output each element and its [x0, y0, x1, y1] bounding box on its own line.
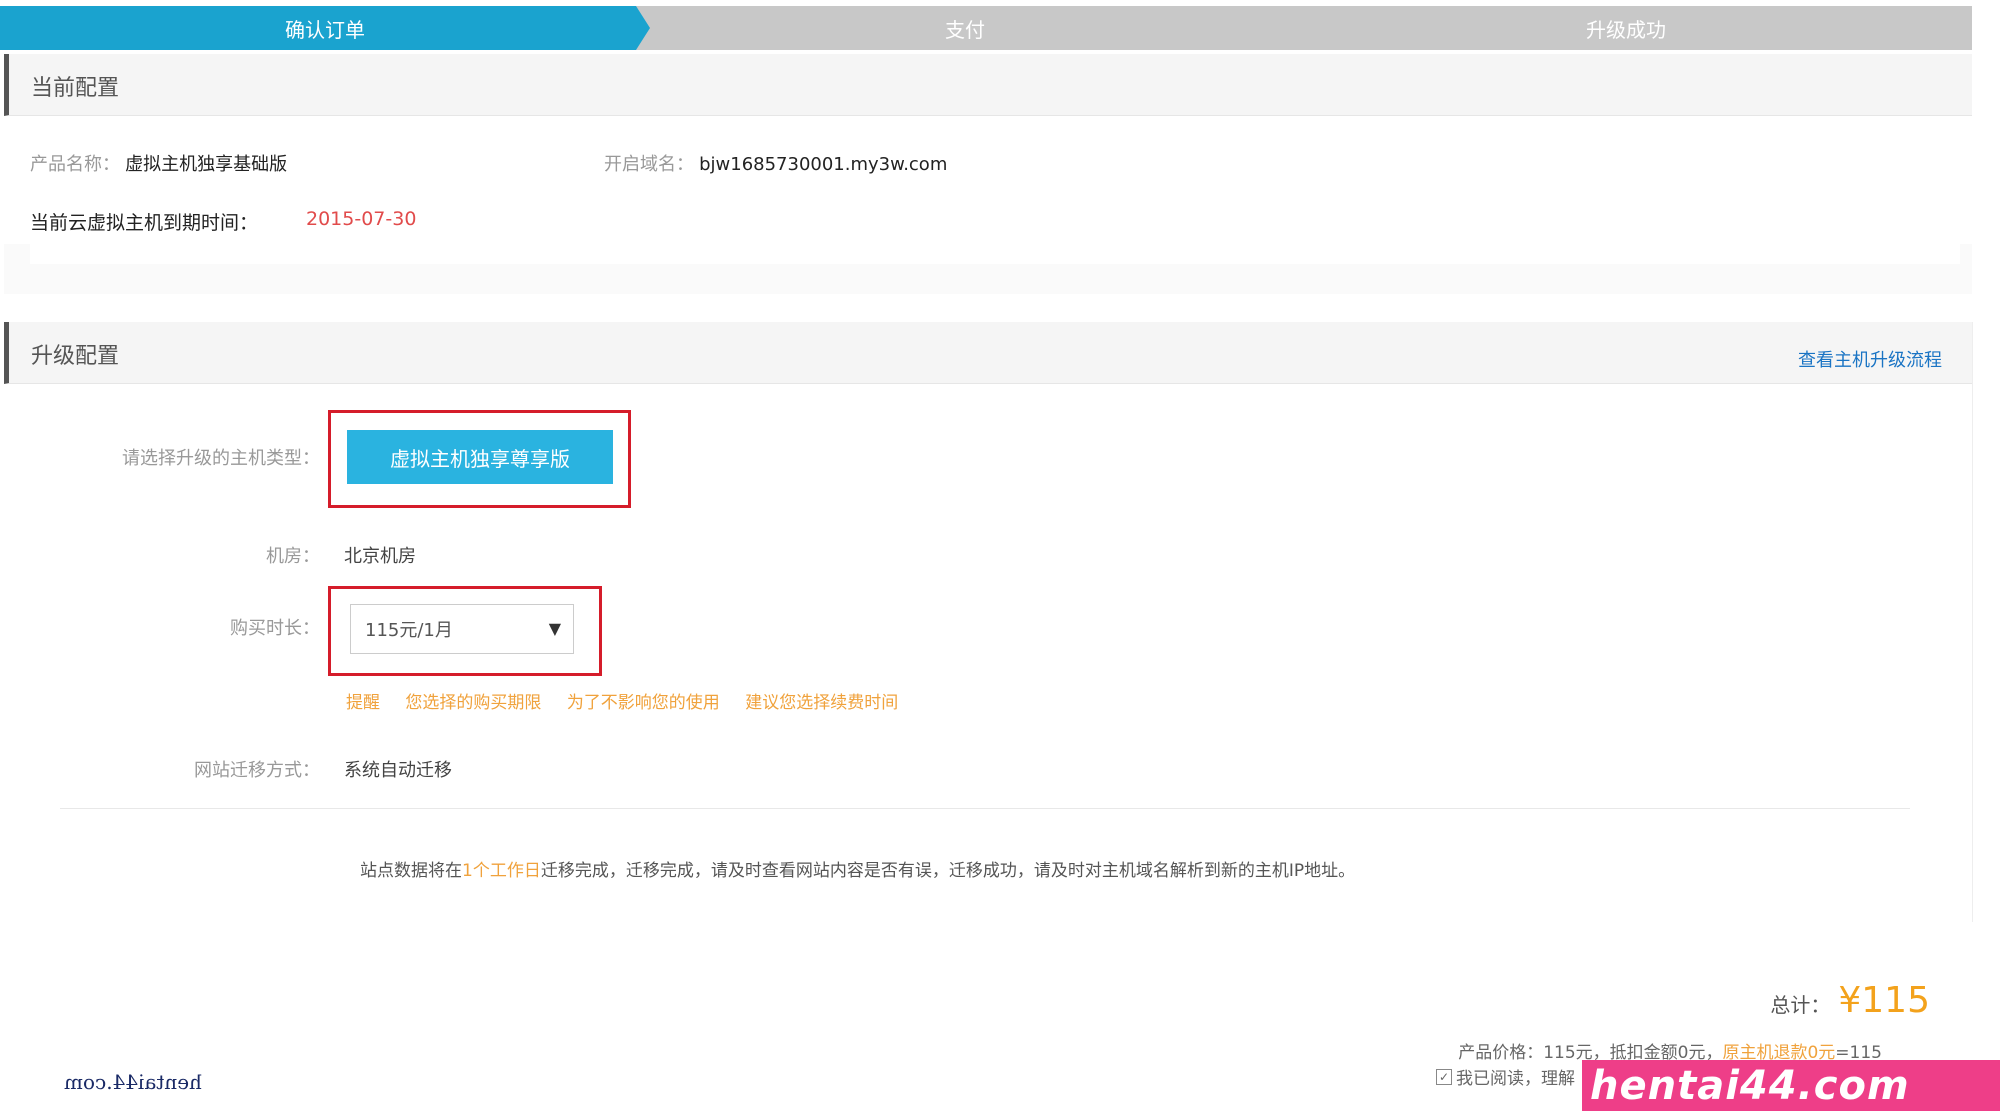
tip-part-1: 提醒: [346, 693, 380, 713]
tip-part-2: 您选择的购买期限: [405, 693, 542, 713]
room-label: 机房：: [266, 546, 320, 567]
expiry-date: 2015-07-30: [306, 208, 417, 230]
host-type-button[interactable]: 虚拟主机独享尊享版: [347, 430, 613, 484]
duration-selected-value: 115元/1月: [365, 620, 453, 641]
expiry-row: 当前云虚拟主机到期时间： 2015-07-30: [30, 184, 1960, 264]
agreement-row: ✓ 我已阅读，理解: [1436, 1064, 1575, 1089]
current-config-header: 当前配置: [4, 54, 1972, 116]
note-highlight: 1个工作日: [462, 861, 541, 881]
note-after: 迁移完成，迁移完成，请及时查看网站内容是否有误，迁移成功，请及时对主机域名解析到…: [540, 861, 1356, 881]
product-name-row: 产品名称： 虚拟主机独享基础版: [30, 150, 287, 176]
watermark-right: hentai44.com: [1582, 1060, 2000, 1111]
total-row: 总计： ¥115: [1770, 980, 1930, 1021]
migration-value: 系统自动迁移: [344, 760, 452, 781]
total-amount: ¥115: [1838, 980, 1930, 1021]
dropdown-arrow-icon: ▼: [548, 619, 561, 638]
upgrade-config-header: 升级配置 查看主机升级流程: [4, 322, 1972, 384]
host-type-label: 请选择升级的主机类型：: [122, 448, 320, 469]
product-name-label: 产品名称：: [30, 154, 120, 175]
domain-row: 开启域名： bjw1685730001.my3w.com: [604, 150, 947, 176]
section-divider: [60, 808, 1910, 809]
migration-label: 网站迁移方式：: [194, 760, 320, 781]
current-config-panel: 当前配置 产品名称： 虚拟主机独享基础版 开启域名： bjw1685730001…: [4, 54, 1972, 294]
view-upgrade-process-link[interactable]: 查看主机升级流程: [1798, 346, 1942, 372]
tip-part-3: 为了不影响您的使用: [566, 693, 720, 713]
duration-select[interactable]: 115元/1月 ▼: [350, 604, 574, 654]
duration-label: 购买时长：: [230, 618, 320, 639]
expiry-label: 当前云虚拟主机到期时间：: [30, 212, 259, 234]
total-label: 总计：: [1770, 993, 1831, 1017]
agree-checkbox[interactable]: ✓: [1436, 1068, 1452, 1085]
agree-text: 我已阅读，理解: [1456, 1069, 1575, 1089]
duration-tip: 提醒 您选择的购买期限 为了不影响您的使用 建议您选择续费时间: [346, 688, 918, 713]
step-confirm-order: 确认订单: [0, 6, 650, 50]
step-pay: 支付: [630, 6, 1300, 50]
current-config-title: 当前配置: [31, 76, 120, 101]
domain-value: bjw1685730001.my3w.com: [699, 154, 948, 175]
step-upgrade-success: 升级成功: [1280, 6, 1972, 50]
order-steps: 确认订单 支付 升级成功: [0, 6, 1972, 50]
upgrade-config-title: 升级配置: [31, 344, 120, 369]
watermark-left: hentai44.com: [64, 1070, 202, 1094]
tip-part-4: 建议您选择续费时间: [745, 693, 899, 713]
domain-label: 开启域名：: [604, 154, 694, 175]
room-value: 北京机房: [344, 546, 416, 567]
note-before: 站点数据将在: [360, 861, 462, 881]
migration-note: 站点数据将在1个工作日迁移完成，迁移完成，请及时查看网站内容是否有误，迁移成功，…: [360, 856, 1355, 881]
product-name-value: 虚拟主机独享基础版: [125, 154, 288, 175]
